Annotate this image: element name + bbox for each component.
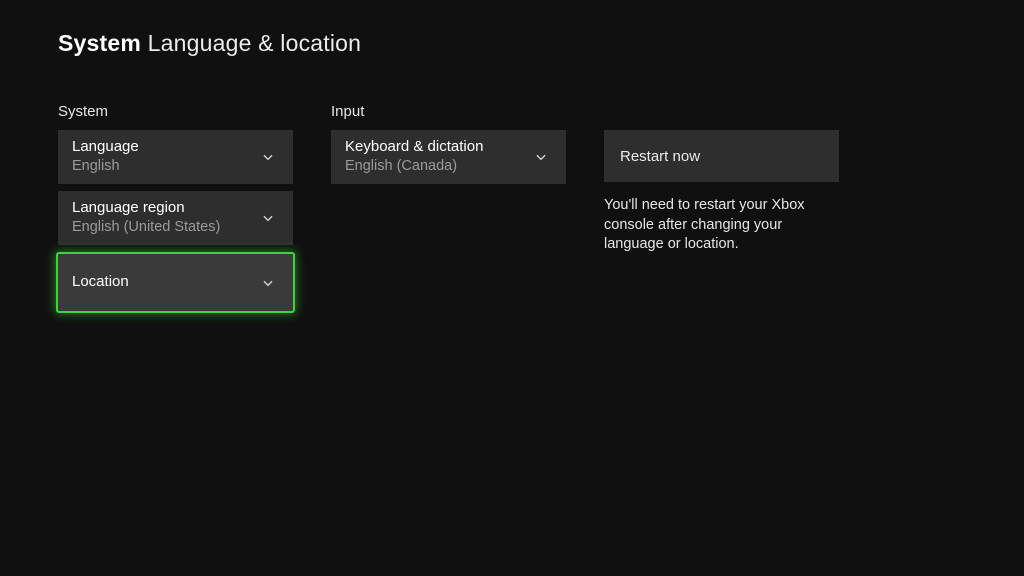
action-spacer [604, 103, 839, 120]
system-heading: System [58, 103, 293, 120]
input-column: Input Keyboard & dictation English (Cana… [331, 103, 566, 320]
breadcrumb-section: System [58, 30, 141, 56]
keyboard-value: English (Canada) [345, 157, 483, 177]
location-dropdown[interactable]: Location [56, 252, 295, 313]
language-value: English [72, 157, 139, 177]
chevron-down-icon [532, 148, 550, 166]
language-label: Language [72, 137, 139, 157]
breadcrumb: System Language & location [58, 30, 966, 57]
chevron-down-icon [259, 209, 277, 227]
input-heading: Input [331, 103, 566, 120]
language-region-value: English (United States) [72, 218, 220, 238]
language-dropdown[interactable]: Language English [58, 130, 293, 184]
location-label: Location [72, 272, 129, 292]
action-column: Restart now You'll need to restart your … [604, 103, 839, 320]
restart-button[interactable]: Restart now [604, 130, 839, 182]
restart-info: You'll need to restart your Xbox console… [604, 196, 839, 255]
restart-label: Restart now [620, 148, 700, 165]
language-region-label: Language region [72, 198, 220, 218]
chevron-down-icon [259, 274, 277, 292]
settings-page: System Language & location System Langua… [0, 0, 1024, 320]
keyboard-label: Keyboard & dictation [345, 137, 483, 157]
system-column: System Language English Language region … [58, 103, 293, 320]
breadcrumb-title: Language & location [148, 30, 362, 56]
keyboard-dropdown[interactable]: Keyboard & dictation English (Canada) [331, 130, 566, 184]
language-region-dropdown[interactable]: Language region English (United States) [58, 191, 293, 245]
columns: System Language English Language region … [58, 103, 966, 320]
chevron-down-icon [259, 148, 277, 166]
